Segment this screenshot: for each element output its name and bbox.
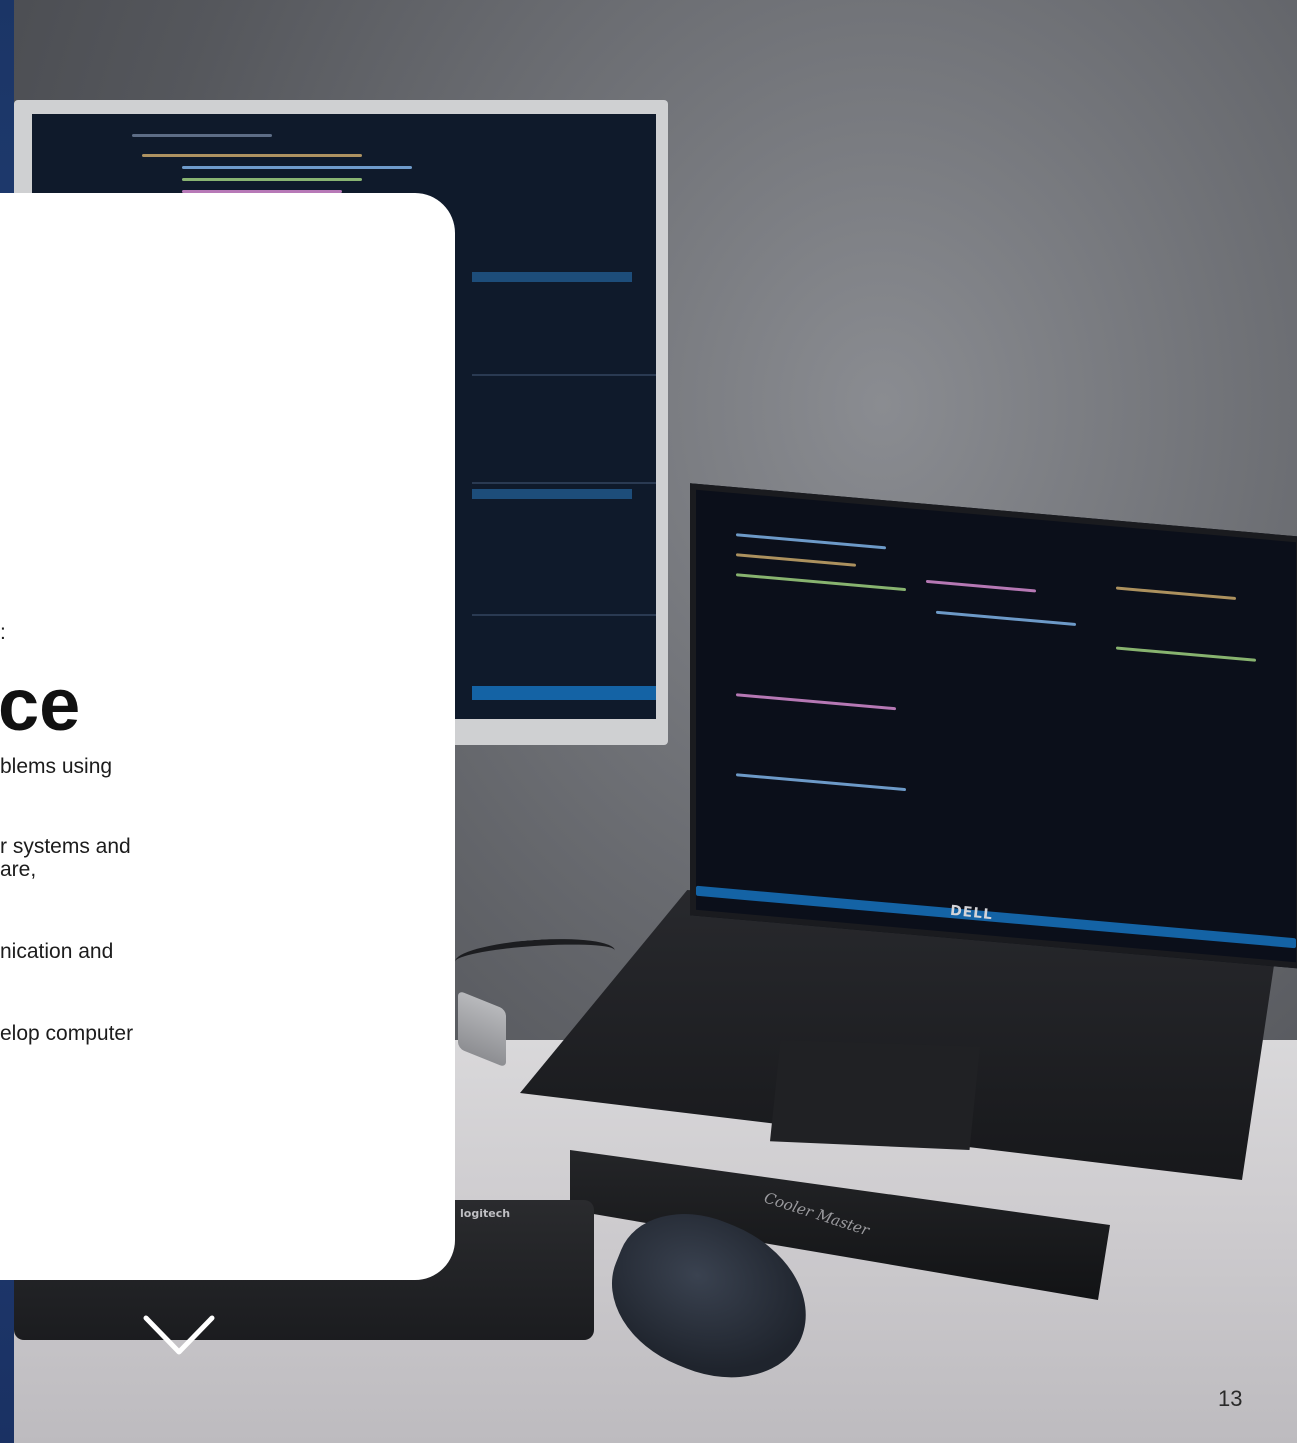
page-number: 13 bbox=[1218, 1386, 1243, 1411]
slide-line-5: nication and bbox=[0, 940, 114, 963]
slide-line-2: blems using bbox=[0, 755, 113, 778]
slide-line-6: elop computer bbox=[0, 1022, 134, 1045]
laptop-code-editor bbox=[690, 483, 1297, 969]
content-card: ce : blems using r systems and are, nica… bbox=[0, 193, 455, 1280]
editor-status-bar bbox=[472, 686, 656, 700]
trackpad bbox=[770, 1040, 980, 1150]
slide-line-1: : bbox=[0, 621, 6, 644]
keyboard-brand: logitech bbox=[460, 1207, 511, 1220]
slide-line-3: r systems and bbox=[0, 835, 131, 858]
slide-line-4: are, bbox=[0, 858, 37, 881]
chevron-down-icon[interactable] bbox=[142, 1312, 216, 1362]
